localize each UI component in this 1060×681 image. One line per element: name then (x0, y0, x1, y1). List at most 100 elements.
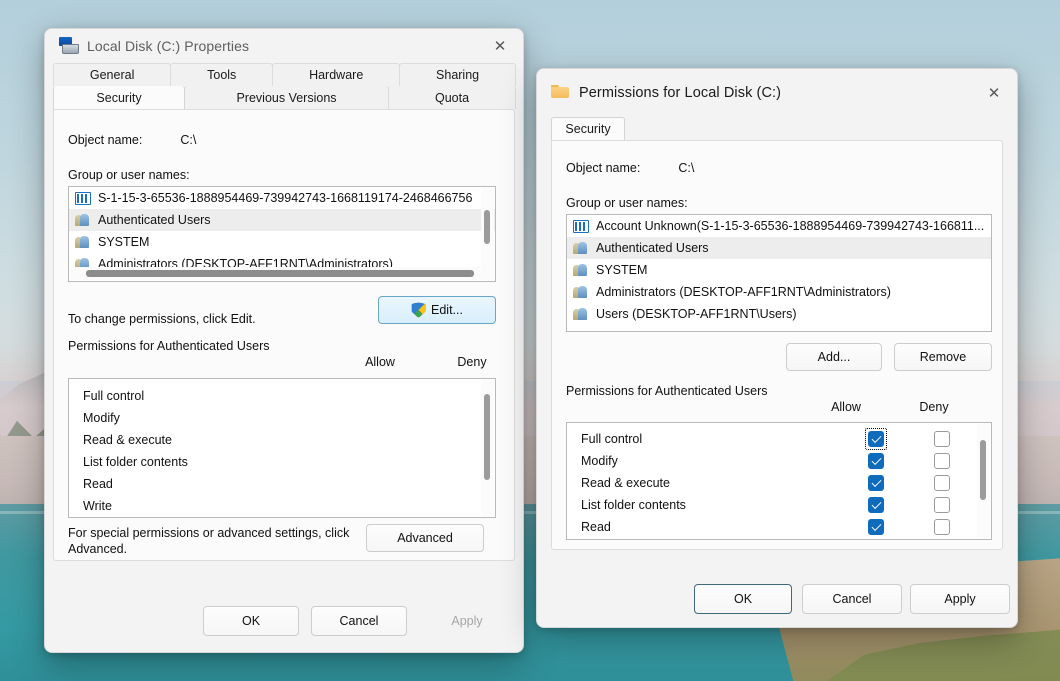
allow-cell[interactable] (843, 519, 909, 535)
allow-checkbox[interactable] (868, 497, 884, 513)
cancel-button[interactable]: Cancel (802, 584, 902, 614)
scrollbar-thumb[interactable] (86, 270, 474, 277)
permission-name: Modify (567, 454, 843, 468)
list-item[interactable]: Users (DESKTOP-AFF1RNT\Users) (567, 303, 991, 325)
allow-cell[interactable] (843, 428, 909, 450)
permissions-title: Permissions for Local Disk (C:) (579, 85, 781, 101)
apply-button[interactable]: Apply (910, 584, 1010, 614)
scrollbar-thumb[interactable] (484, 394, 490, 480)
list-item[interactable]: Authenticated Users (69, 209, 495, 231)
table-row[interactable]: Read (567, 516, 991, 538)
table-row[interactable]: Write (567, 538, 991, 540)
table-row[interactable]: Full control (567, 428, 991, 450)
permissions-footer: OK Cancel Apply (537, 567, 1017, 627)
table-row[interactable]: Modify (69, 407, 495, 429)
deny-cell[interactable] (909, 453, 975, 469)
ok-button[interactable]: OK (694, 584, 792, 614)
users-icon (573, 285, 589, 299)
users-icon (75, 213, 91, 227)
users-icon (75, 235, 91, 249)
tab-security[interactable]: Security (53, 86, 185, 109)
table-row[interactable]: Read (69, 473, 495, 495)
column-header-deny: Deny (442, 355, 502, 369)
scrollbar-thumb[interactable] (980, 440, 986, 500)
tab-quota[interactable]: Quota (388, 86, 516, 109)
local-disk-properties-dialog: Local Disk (C:) Properties ✕ General Too… (44, 28, 524, 653)
tab-general[interactable]: General (53, 63, 171, 86)
allow-checkbox[interactable] (868, 453, 884, 469)
focus-ring (865, 428, 887, 450)
permission-name: Read (567, 520, 843, 534)
folder-icon (551, 84, 569, 102)
deny-cell[interactable] (909, 475, 975, 491)
permission-name: Full control (69, 389, 495, 403)
table-row[interactable]: Full control (69, 385, 495, 407)
properties-tabstrip: General Tools Hardware Sharing Security … (45, 63, 523, 109)
group-list-horizontal-scrollbar[interactable] (70, 267, 494, 280)
cancel-button[interactable]: Cancel (311, 606, 407, 636)
scrollbar-thumb[interactable] (484, 210, 490, 244)
deny-checkbox[interactable] (934, 453, 950, 469)
table-row[interactable]: List folder contents (69, 451, 495, 473)
list-item[interactable]: Account Unknown(S-1-15-3-65536-188895446… (567, 215, 991, 237)
shield-icon (411, 302, 426, 318)
allow-checkbox[interactable] (868, 431, 884, 447)
group-or-user-names-list[interactable]: S-1-15-3-65536-1888954469-739942743-1668… (68, 186, 496, 282)
table-row[interactable]: Write (69, 495, 495, 517)
allow-cell[interactable] (843, 453, 909, 469)
tab-security[interactable]: Security (551, 117, 625, 140)
object-name-label: Object name: (68, 133, 142, 147)
deny-checkbox[interactable] (934, 431, 950, 447)
deny-cell[interactable] (909, 431, 975, 447)
advanced-button[interactable]: Advanced (366, 524, 484, 552)
permissions-list[interactable]: Full control Modify Read & execute List … (68, 378, 496, 518)
table-row[interactable]: List folder contents (567, 494, 991, 516)
object-name-value: C:\ (180, 133, 196, 147)
permission-name: Read (69, 477, 495, 491)
permissions-for-label: Permissions for Authenticated Users (68, 338, 298, 354)
permissions-tabrow: Security (551, 117, 1003, 140)
group-or-user-names-list[interactable]: Account Unknown(S-1-15-3-65536-188895446… (566, 214, 992, 332)
table-row[interactable]: Read & execute (567, 472, 991, 494)
group-or-user-names-label: Group or user names: (566, 196, 688, 210)
allow-checkbox[interactable] (868, 519, 884, 535)
deny-checkbox[interactable] (934, 519, 950, 535)
table-row[interactable]: Read & execute (69, 429, 495, 451)
list-item-label: Authenticated Users (98, 213, 211, 227)
properties-titlebar: Local Disk (C:) Properties ✕ (45, 29, 523, 63)
permissions-vertical-scrollbar[interactable] (481, 380, 494, 516)
table-row[interactable]: Modify (567, 450, 991, 472)
edit-button-label: Edit... (431, 303, 463, 317)
close-icon[interactable]: ✕ (477, 29, 523, 63)
tab-previous-versions[interactable]: Previous Versions (184, 86, 389, 109)
list-item[interactable]: S-1-15-3-65536-1888954469-739942743-1668… (69, 187, 495, 209)
column-header-allow: Allow (816, 400, 876, 414)
edit-button[interactable]: Edit... (378, 296, 496, 324)
permissions-vertical-scrollbar[interactable] (977, 424, 990, 538)
allow-cell[interactable] (843, 475, 909, 491)
permissions-for-label: Permissions for Authenticated Users (566, 383, 796, 399)
permission-name: Read & execute (567, 476, 843, 490)
sid-icon (75, 192, 91, 205)
deny-cell[interactable] (909, 519, 975, 535)
remove-button[interactable]: Remove (894, 343, 992, 371)
permissions-list[interactable]: Full control Modify (566, 422, 992, 540)
tab-tools[interactable]: Tools (170, 63, 273, 86)
list-item[interactable]: SYSTEM (567, 259, 991, 281)
allow-cell[interactable] (843, 497, 909, 513)
permission-name: Modify (69, 411, 495, 425)
allow-checkbox[interactable] (868, 475, 884, 491)
list-item[interactable]: SYSTEM (69, 231, 495, 253)
add-button[interactable]: Add... (786, 343, 882, 371)
deny-checkbox[interactable] (934, 497, 950, 513)
close-icon[interactable]: ✕ (971, 69, 1017, 117)
deny-checkbox[interactable] (934, 475, 950, 491)
column-header-deny: Deny (904, 400, 964, 414)
list-item[interactable]: Authenticated Users (567, 237, 991, 259)
tab-hardware[interactable]: Hardware (272, 63, 400, 86)
list-item[interactable]: Administrators (DESKTOP-AFF1RNT\Administ… (567, 281, 991, 303)
ok-button[interactable]: OK (203, 606, 299, 636)
tab-sharing[interactable]: Sharing (399, 63, 516, 86)
deny-cell[interactable] (909, 497, 975, 513)
permissions-tab-panel: Object name: C:\ Group or user names: Ac… (551, 140, 1003, 550)
